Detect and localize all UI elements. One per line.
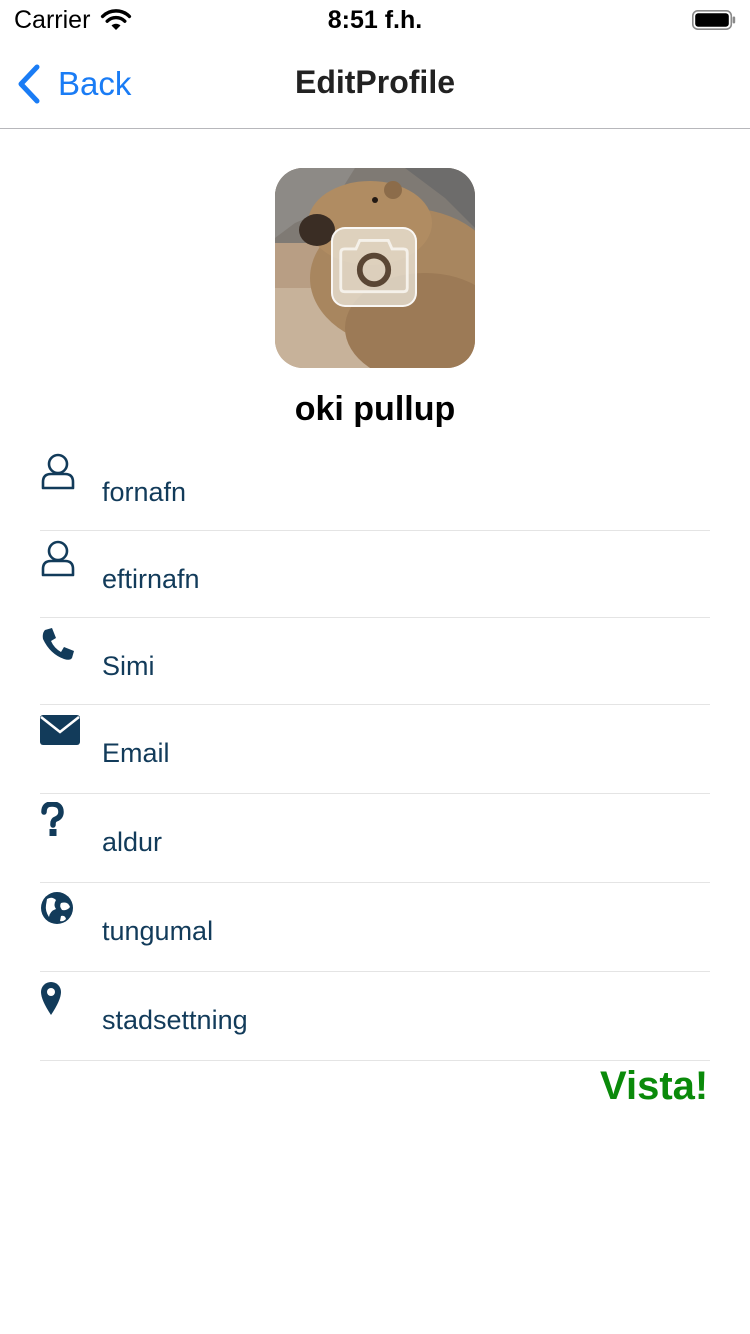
profile-display-name: oki pullup: [294, 390, 456, 428]
language-row: [40, 883, 710, 972]
question-icon: [41, 802, 64, 836]
page-title: EditProfile: [294, 64, 455, 100]
person-icon: [41, 453, 75, 490]
age-field[interactable]: [102, 822, 692, 862]
map-pin-icon: [41, 982, 61, 1015]
last-name-field[interactable]: [102, 559, 692, 599]
person-icon: [41, 540, 75, 577]
navigation-bar: Back EditProfile: [0, 40, 750, 129]
email-row: [40, 705, 710, 794]
location-field[interactable]: [102, 1000, 692, 1040]
phone-field[interactable]: [102, 646, 692, 686]
first-name-field[interactable]: [102, 472, 692, 512]
language-field[interactable]: [102, 911, 692, 951]
battery-icon: [692, 10, 736, 30]
first-name-row: [40, 444, 710, 531]
age-row: [40, 794, 710, 883]
globe-icon: [41, 892, 73, 924]
profile-photo[interactable]: [275, 168, 475, 368]
profile-form: [40, 444, 710, 1061]
last-name-row: [40, 531, 710, 618]
camera-overlay: [331, 227, 417, 307]
email-field[interactable]: [102, 733, 692, 773]
camera-icon: [339, 238, 409, 294]
status-bar: Carrier 8:51 f.h.: [0, 0, 750, 40]
clock: 8:51 f.h.: [327, 6, 423, 34]
save-button[interactable]: Vista!: [600, 1060, 720, 1112]
location-row: [40, 972, 710, 1061]
phone-row: [40, 618, 710, 705]
envelope-icon: [40, 715, 80, 745]
phone-icon: [42, 628, 74, 660]
